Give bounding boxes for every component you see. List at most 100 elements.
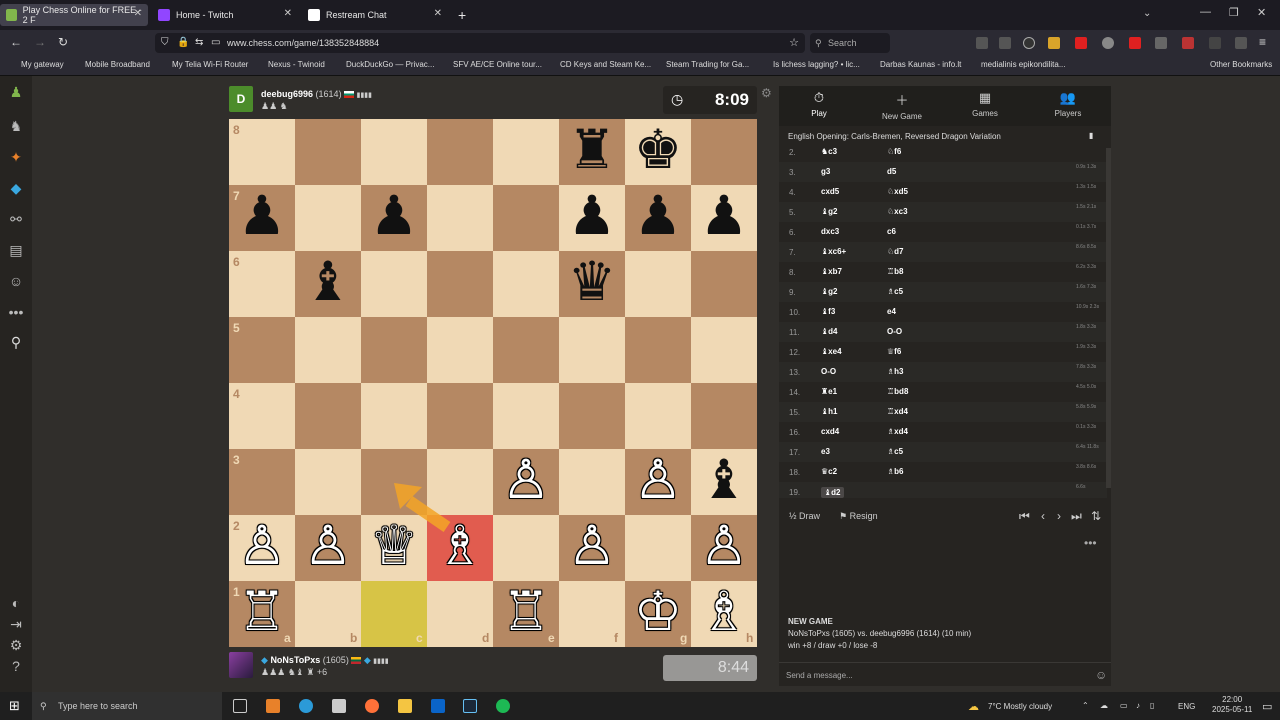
back-icon[interactable]: ←	[10, 35, 22, 49]
bookmark-item[interactable]: My Telia Wi-Fi Router	[172, 60, 248, 69]
weather-text[interactable]: 7°C Mostly cloudy	[988, 702, 1052, 711]
square-b7[interactable]	[295, 185, 361, 251]
square-c6[interactable]	[361, 251, 427, 317]
first-move-icon[interactable]: ⏮	[1019, 509, 1030, 524]
black-move[interactable]: ♖bd8	[887, 387, 908, 396]
black-move[interactable]: ♕f6	[887, 347, 901, 356]
settings-gear-icon[interactable]: ⚙	[8, 637, 24, 653]
tab-new-game[interactable]: ＋ New Game	[862, 90, 942, 121]
black-move[interactable]: ♗xd4	[887, 427, 908, 436]
resign-button[interactable]: ⚑ Resign	[839, 511, 878, 522]
piece-g1[interactable]: ♔	[625, 579, 691, 645]
last-move-icon[interactable]: ⏭	[1071, 509, 1082, 524]
bookmark-item[interactable]: Nexus - Twinoid	[268, 60, 325, 69]
file-explorer-icon[interactable]	[398, 699, 412, 713]
flip-board-icon[interactable]: ⇅	[1091, 509, 1101, 523]
extension-circle-icon[interactable]	[1102, 37, 1114, 49]
square-e6[interactable]	[493, 251, 559, 317]
extension-red-icon[interactable]	[1129, 37, 1141, 49]
reload-icon[interactable]: ↻	[58, 35, 68, 49]
square-g5[interactable]	[625, 317, 691, 383]
close-icon[interactable]: ✕	[284, 8, 292, 19]
white-move[interactable]: ♝xc6+	[821, 247, 846, 256]
piece-c7[interactable]: ♟	[361, 183, 427, 249]
black-move[interactable]: ♘xc3	[887, 207, 908, 216]
extension-n-icon[interactable]	[1023, 37, 1035, 49]
tab-games[interactable]: ▦ Games	[945, 90, 1025, 118]
black-move[interactable]: ♗b6	[887, 467, 904, 476]
piece-f8[interactable]: ♜	[559, 117, 625, 183]
avatar[interactable]: D	[229, 86, 253, 112]
board-settings-gear-icon[interactable]: ⚙	[761, 86, 772, 100]
close-icon[interactable]: ✕	[134, 8, 142, 19]
white-move[interactable]: ♝xb7	[821, 267, 842, 276]
black-move[interactable]: d5	[887, 167, 896, 176]
watch-icon[interactable]: ⚯	[8, 211, 24, 227]
player-name[interactable]: ◆ NoNsToPxs (1605) ◆ ▮▮▮▮	[261, 655, 389, 666]
square-d3[interactable]	[427, 449, 493, 515]
white-move[interactable]: ♝f3	[821, 307, 835, 316]
language-indicator[interactable]: ENG	[1178, 702, 1195, 711]
piece-d2[interactable]: ♗	[427, 513, 493, 579]
bookmark-item[interactable]: Steam Trading for Ga...	[666, 60, 749, 69]
square-e2[interactable]	[493, 515, 559, 581]
piece-e1[interactable]: ♖	[493, 579, 559, 645]
bookmark-item[interactable]: DuckDuckGo — Privac...	[346, 60, 434, 69]
white-move[interactable]: ♝g2	[821, 287, 838, 296]
square-d8[interactable]	[427, 119, 493, 185]
outlook-icon[interactable]	[431, 699, 445, 713]
square-e8[interactable]	[493, 119, 559, 185]
search-icon[interactable]: ⚲	[8, 334, 24, 350]
piece-h2[interactable]: ♙	[691, 513, 757, 579]
chess-board[interactable]: 8 7 6 5 4 3 2 1 a b c d e f g h ♜ ♚ ♟ ♟ ♟ ♟ ♟ ♝ ♛ ♙ ♙ ♝ ♙ ♙ ♕ ♗ ♙ ♙ ♖ ♖ ♔ ♗	[229, 117, 757, 647]
extension-ghost-icon[interactable]	[1209, 37, 1221, 49]
news-icon[interactable]: ▤	[8, 242, 24, 258]
square-h4[interactable]	[691, 383, 757, 449]
bookmark-item[interactable]: Darbas Kaunas - info.lt	[880, 60, 961, 69]
logout-icon[interactable]: ⇥	[8, 616, 24, 632]
chess-logo-icon[interactable]: ♟	[8, 84, 24, 100]
piece-h7[interactable]: ♟	[691, 183, 757, 249]
white-move[interactable]: ♝d4	[821, 327, 838, 336]
move-list[interactable]: 2. ♞c3 ♘f6 1.5s 1.5s 3. g3 d5 0.9s 1.3s 4. cxd5 ♘x…	[779, 148, 1111, 498]
piece-f2[interactable]: ♙	[559, 513, 625, 579]
spotify-icon[interactable]	[496, 699, 510, 713]
extension-box-icon[interactable]	[1155, 37, 1167, 49]
download-icon[interactable]	[999, 37, 1011, 49]
help-icon[interactable]: ?	[8, 658, 24, 674]
emoji-icon[interactable]: ☺	[1095, 668, 1107, 682]
chat-input[interactable]: Send a message... ☺	[779, 662, 1111, 686]
square-e4[interactable]	[493, 383, 559, 449]
piece-g8[interactable]: ♚	[625, 117, 691, 183]
clock[interactable]: 22:00 2025-05-11	[1212, 695, 1252, 715]
pocket-icon[interactable]	[976, 37, 988, 49]
square-b4[interactable]	[295, 383, 361, 449]
more-icon[interactable]: •••	[8, 304, 24, 320]
white-move[interactable]: cxd4	[821, 427, 839, 436]
black-move[interactable]: ♖xd4	[887, 407, 908, 416]
more-options-icon[interactable]: •••	[1084, 536, 1097, 550]
bookmark-item[interactable]: CD Keys and Steam Ke...	[560, 60, 651, 69]
extension-flag-icon[interactable]	[1182, 37, 1194, 49]
white-move[interactable]: cxd5	[821, 187, 839, 196]
minimize-icon[interactable]: —	[1200, 6, 1211, 18]
piece-a2[interactable]: ♙	[229, 513, 295, 579]
piece-a7[interactable]: ♟	[229, 183, 295, 249]
bookmark-item[interactable]: SFV AE/CE Online tour...	[453, 60, 542, 69]
learn-icon[interactable]: ◆	[8, 180, 24, 196]
tray-arrow-icon[interactable]: ⌃	[1082, 701, 1089, 710]
player-name[interactable]: deebug6996 (1614) ▮▮▮▮	[261, 89, 372, 99]
bookmark-item[interactable]: My gateway	[21, 60, 64, 69]
square-f3[interactable]	[559, 449, 625, 515]
youtube-ext-icon[interactable]	[1075, 37, 1087, 49]
book-icon[interactable]: ▮	[1089, 131, 1093, 140]
square-d4[interactable]	[427, 383, 493, 449]
black-move[interactable]: O-O	[887, 327, 902, 336]
square-b3[interactable]	[295, 449, 361, 515]
steam-icon[interactable]	[463, 699, 477, 713]
white-move[interactable]: ♞c3	[821, 148, 837, 156]
url-bar[interactable]: ⛉ 🔒 ⇆ ▭ www.chess.com/game/138352848884 …	[155, 33, 805, 53]
square-c8[interactable]	[361, 119, 427, 185]
new-tab-button[interactable]: +	[452, 4, 472, 26]
square-h6[interactable]	[691, 251, 757, 317]
